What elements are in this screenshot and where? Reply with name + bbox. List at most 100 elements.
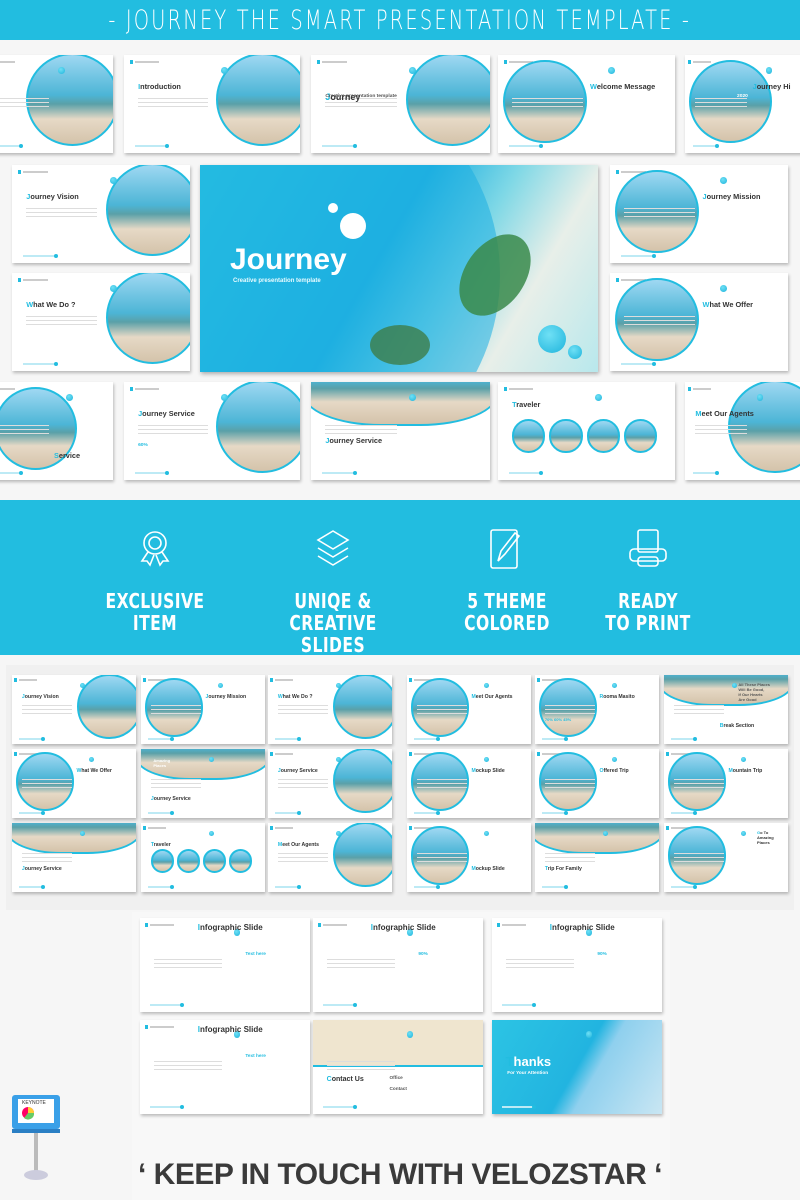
slide-footer-mark: [321, 471, 358, 476]
slide-subtext: Creative presentation template: [325, 94, 397, 100]
text-line: [624, 212, 696, 214]
slide-footer-mark: [542, 810, 569, 815]
slide-title: Journey Vision: [26, 192, 79, 202]
text-line: [26, 316, 98, 318]
slide-thumbnail: Journey Vision: [12, 675, 136, 744]
slide-body-text: [544, 853, 595, 865]
slide-header-mark: [687, 386, 711, 391]
slide-subtext: 2020: [737, 94, 748, 100]
slide-header-mark: [0, 387, 15, 390]
slide-title: Meet Our Agents: [277, 842, 319, 849]
slide-subtext: For Your Attention: [507, 1069, 549, 1075]
slide-bubble: [109, 284, 117, 292]
slide-thumbnail: Contact Us Office Contact: [313, 1020, 483, 1114]
text-line: [26, 216, 98, 218]
slide-title: Offered Trip: [599, 768, 629, 775]
text-line: [21, 709, 72, 711]
slide-body-text: [416, 853, 467, 865]
slide-bubble: [740, 757, 746, 763]
slide-header-mark: [270, 752, 293, 757]
hero-island-small: [370, 325, 430, 365]
text-line: [326, 963, 395, 965]
slide-title: Rooma Masito: [599, 694, 635, 701]
text-line: [277, 783, 328, 785]
slide-body-text: [21, 779, 72, 791]
slide-title: What We Offer: [702, 300, 754, 310]
slide-body-text: [21, 705, 72, 717]
slide-bubble: [595, 393, 603, 401]
text-line: [325, 425, 397, 427]
slide-body-text: [0, 425, 50, 437]
slide-subtext: All These Places Will Be Good, If Our He…: [738, 682, 770, 702]
text-line: [326, 1065, 395, 1067]
hero-bubble: [340, 213, 366, 239]
slide-header-mark: [316, 59, 347, 64]
slide-header-mark: [143, 826, 166, 831]
text-line: [624, 320, 696, 322]
text-line: [326, 959, 395, 961]
slide-header-mark: [270, 678, 293, 683]
slide-header-mark: [145, 922, 174, 927]
slide-body-text: [673, 853, 724, 865]
slide-footer-mark: [148, 884, 175, 889]
slide-title: Introduction: [138, 82, 181, 92]
slide-thumbnail: Journey Vision: [12, 165, 190, 263]
text-line: [544, 709, 595, 711]
slide-body-text: [26, 316, 98, 328]
text-line: [416, 705, 467, 707]
slide-bubble: [483, 757, 489, 763]
slide-footer-mark: [19, 736, 46, 741]
slide-thumbnail: Trip For Family: [535, 823, 659, 892]
slide-photo: [512, 419, 546, 453]
slide-bubble: [720, 284, 728, 292]
slide-header-mark: [0, 60, 15, 63]
slide-footer-mark: [508, 471, 544, 476]
edit-pencil-icon: [490, 529, 521, 569]
slide-photo: [405, 55, 490, 147]
slide-title: Journey Mission: [205, 694, 247, 701]
text-line: [153, 959, 222, 961]
slide-thumbnail: Journey Mission: [610, 165, 788, 263]
slide-body-text: [695, 425, 748, 437]
slide-subtext: Office Contact: [389, 1074, 407, 1091]
slide-header-mark: [17, 277, 48, 282]
hero-subtitle: Creative presentation template: [233, 278, 321, 284]
slide-thumbnail: Meet Our Agents: [685, 382, 800, 480]
text-line: [544, 713, 595, 715]
slide-title: Meet Our Agents: [695, 409, 754, 419]
slide-thumbnail: Traveler: [498, 382, 675, 480]
slide-footer-mark: [150, 1003, 184, 1008]
text-line: [26, 212, 98, 214]
slide-photo: [311, 382, 490, 427]
text-line: [544, 787, 595, 789]
text-line: [153, 1065, 222, 1067]
text-line: [21, 779, 72, 781]
slide-body-text: [26, 208, 98, 220]
text-line: [416, 709, 467, 711]
text-line: [512, 98, 583, 100]
slide-photo: [176, 849, 201, 873]
slide-bubble: [483, 683, 489, 689]
slide-title: Journey Vision: [21, 694, 59, 701]
feature-print: READY TO PRINT: [558, 527, 738, 634]
text-line: [624, 208, 696, 210]
slide-body-text: [416, 705, 467, 717]
text-line: [0, 98, 50, 100]
text-line: [505, 959, 574, 961]
slide-thumbnail: Infographic Slide 90%: [492, 918, 662, 1012]
text-line: [153, 1069, 222, 1071]
slide-body-text: [512, 98, 583, 110]
slide-photo: [535, 823, 659, 855]
slide-title: Traveler: [512, 399, 541, 409]
slide-header-mark: [687, 59, 711, 64]
slide-body-text: [326, 1061, 395, 1073]
slide-header-mark: [318, 922, 347, 927]
slide-footer-mark: [414, 884, 441, 889]
slide-bubble: [209, 831, 215, 837]
feature-exclusive: EXCLUSIVE ITEM: [65, 527, 245, 634]
text-line: [544, 857, 595, 859]
text-line: [26, 324, 98, 326]
text-line: [624, 324, 696, 326]
text-line: [277, 861, 328, 863]
text-line: [26, 320, 98, 322]
